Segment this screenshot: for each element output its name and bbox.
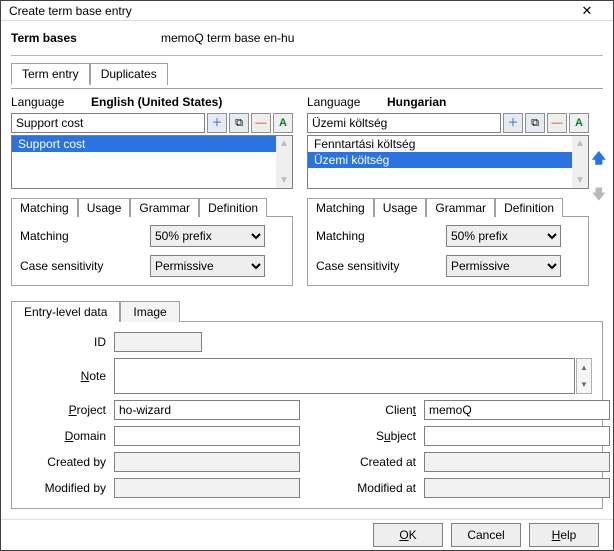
target-terms-list[interactable]: Fenntartási költség Üzemi költség ▲ ▼ [307,135,589,189]
add-term-icon[interactable]: ＋ [207,113,227,133]
project-field[interactable] [114,400,300,420]
subtab-matching[interactable]: Matching [11,198,78,217]
termbases-row: Term bases memoQ term base en-hu [11,27,603,56]
footer: OK Cancel Help [1,519,613,550]
subject-field[interactable] [424,426,610,446]
scrollbar[interactable]: ▲ ▼ [276,136,292,188]
modified-at-label: Modified at [332,481,424,495]
scrollbar[interactable]: ▲ ▼ [572,136,588,188]
language-label: Language [307,95,387,109]
created-at-field [424,452,610,472]
help-button[interactable]: Help [529,523,599,547]
termbases-value: memoQ term base en-hu [161,31,294,45]
note-field[interactable] [114,358,575,394]
note-stepper[interactable]: ▲▼ [576,358,592,394]
matching-select[interactable]: 50% prefix [150,225,265,247]
scroll-up-icon[interactable]: ▲ [279,138,289,149]
target-language-name: Hungarian [387,95,446,109]
source-language-column: Language English (United States) ＋ ⧉ — A… [11,95,293,286]
matching-label: Matching [316,229,446,243]
subtab-grammar[interactable]: Grammar [130,198,199,217]
matching-pane: Matching 50% prefix Case sensitivity Per… [11,216,293,286]
scroll-down-icon[interactable]: ▼ [575,175,585,186]
subtab-definition[interactable]: Definition [199,198,267,217]
format-icon[interactable]: A [273,113,293,133]
subtab-grammar[interactable]: Grammar [426,198,495,217]
list-item[interactable]: Fenntartási költség [308,136,572,152]
modified-at-field [424,478,610,498]
source-language-name: English (United States) [91,95,222,109]
domain-field[interactable] [114,426,300,446]
list-item[interactable]: Support cost [12,136,276,152]
dialog-window: Create term base entry ✕ Term bases memo… [0,0,614,551]
subtab-matching[interactable]: Matching [307,198,374,217]
target-language-column: 🡅 🡇 Language Hungarian ＋ ⧉ — A Fenntartá [307,95,603,286]
remove-term-icon[interactable]: — [547,113,567,133]
language-label: Language [11,95,91,109]
source-term-input[interactable] [11,113,205,133]
project-label: Project [22,403,114,417]
clone-term-icon[interactable]: ⧉ [525,113,545,133]
created-by-field [114,452,300,472]
case-select[interactable]: Permissive [150,255,265,277]
subtab-usage[interactable]: Usage [374,198,427,217]
tab-term-entry[interactable]: Term entry [11,63,90,85]
format-icon[interactable]: A [569,113,589,133]
source-terms-list[interactable]: Support cost ▲ ▼ [11,135,293,189]
client-field[interactable] [424,400,610,420]
domain-label: Domain [22,429,114,443]
reorder-arrows: 🡅 🡇 [592,151,606,201]
case-label: Case sensitivity [20,259,150,273]
subtab-usage[interactable]: Usage [78,198,131,217]
matching-select[interactable]: 50% prefix [446,225,561,247]
id-label: ID [22,335,114,349]
window-title: Create term base entry [7,4,567,18]
id-field [114,332,202,352]
subtab-definition[interactable]: Definition [495,198,563,217]
entry-pane: ID Note ▲▼ Project Domain [11,321,603,509]
clone-term-icon[interactable]: ⧉ [229,113,249,133]
ok-button[interactable]: OK [373,523,443,547]
matching-label: Matching [20,229,150,243]
tab-duplicates[interactable]: Duplicates [90,63,168,85]
termbases-label: Term bases [11,31,161,45]
note-label: Note [22,369,114,383]
created-at-label: Created at [332,455,424,469]
top-tabs: Term entry Duplicates [11,62,603,84]
list-item[interactable]: Üzemi költség [308,152,572,168]
case-select[interactable]: Permissive [446,255,561,277]
languages-panel: Language English (United States) ＋ ⧉ — A… [11,88,603,286]
remove-term-icon[interactable]: — [251,113,271,133]
move-down-icon[interactable]: 🡇 [592,187,606,201]
scroll-down-icon[interactable]: ▼ [279,175,289,186]
tab-image[interactable]: Image [120,301,179,322]
chevron-down-icon[interactable]: ▼ [577,376,591,393]
content-area: Term bases memoQ term base en-hu Term en… [1,21,613,519]
matching-pane: Matching 50% prefix Case sensitivity Per… [307,216,589,286]
titlebar: Create term base entry ✕ [1,1,613,21]
subject-label: Subject [332,429,424,443]
case-label: Case sensitivity [316,259,446,273]
modified-by-field [114,478,300,498]
client-label: Client [332,403,424,417]
entry-tabs: Entry-level data Image [11,300,603,321]
target-term-input[interactable] [307,113,501,133]
move-up-icon[interactable]: 🡅 [592,151,606,165]
created-by-label: Created by [22,455,114,469]
tab-entry-level-data[interactable]: Entry-level data [11,301,120,322]
add-term-icon[interactable]: ＋ [503,113,523,133]
chevron-up-icon[interactable]: ▲ [577,359,591,376]
close-icon[interactable]: ✕ [567,3,607,19]
scroll-up-icon[interactable]: ▲ [575,138,585,149]
cancel-button[interactable]: Cancel [451,523,521,547]
modified-by-label: Modified by [22,481,114,495]
